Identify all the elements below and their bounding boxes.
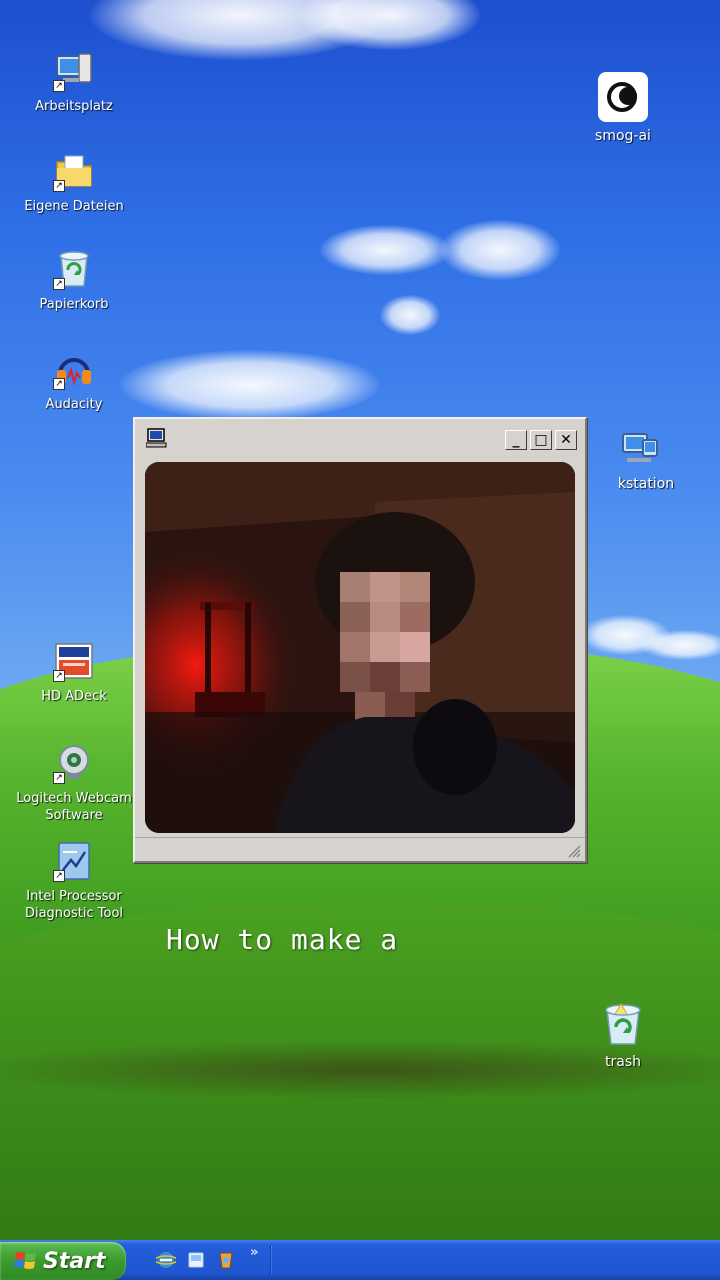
minimize-button[interactable]: _ bbox=[505, 430, 527, 450]
windows-logo-icon bbox=[14, 1252, 36, 1269]
smog-ai-logo-icon bbox=[598, 72, 648, 122]
window-statusbar bbox=[135, 837, 585, 861]
cloud bbox=[440, 220, 560, 280]
start-label: Start bbox=[43, 1248, 106, 1274]
desktop-icon-label: Intel Processor Diagnostic Tool bbox=[24, 889, 124, 921]
desktop-icon-label: Eigene Dateien bbox=[24, 199, 124, 214]
close-button[interactable]: ✕ bbox=[555, 430, 577, 450]
desktop-icon-label: Logitech Webcam Software bbox=[16, 791, 132, 823]
folder-icon: ↗ bbox=[53, 150, 95, 192]
network-computer-icon bbox=[619, 428, 661, 470]
desktop-icon-hd-adeck[interactable]: ↗ HD ADeck bbox=[14, 640, 134, 705]
desktop-icon-recycle-bin[interactable]: ↗ Papierkorb bbox=[14, 248, 134, 313]
video-caption: How to make a bbox=[166, 923, 399, 956]
cloud bbox=[120, 350, 380, 420]
taskbar-separator bbox=[270, 1246, 272, 1274]
desktop-icon-smog-ai[interactable]: smog-ai bbox=[563, 72, 683, 145]
desktop-icon-label: kstation bbox=[617, 476, 675, 492]
quicklaunch-more-button[interactable]: » bbox=[250, 1245, 258, 1260]
cloud bbox=[640, 630, 720, 660]
webcam-frame-image bbox=[145, 462, 575, 833]
cloud bbox=[380, 295, 440, 335]
media-player-icon[interactable] bbox=[216, 1250, 236, 1270]
resize-grip-icon[interactable] bbox=[567, 844, 581, 858]
maximize-button[interactable]: □ bbox=[530, 430, 552, 450]
start-button[interactable]: Start bbox=[0, 1242, 126, 1280]
cloud bbox=[320, 225, 450, 275]
computer-icon bbox=[145, 428, 168, 448]
show-desktop-icon[interactable] bbox=[186, 1250, 206, 1270]
desktop-icon-label: Arbeitsplatz bbox=[35, 99, 113, 114]
recycle-bin-icon: ↗ bbox=[53, 248, 95, 290]
webcam-preview bbox=[145, 462, 575, 833]
computer-icon: ↗ bbox=[53, 50, 95, 92]
window-titlebar[interactable]: _ □ ✕ bbox=[135, 419, 585, 457]
desktop-icon-label: trash bbox=[605, 1054, 641, 1070]
desktop-icon-label: Papierkorb bbox=[39, 297, 109, 312]
desktop-icon-label: HD ADeck bbox=[41, 689, 107, 704]
desktop-icon-label: Audacity bbox=[45, 397, 103, 412]
trash-icon bbox=[599, 1000, 647, 1048]
desktop-icon-trash[interactable]: trash bbox=[563, 1000, 683, 1071]
desktop-icon-intel-diagnostic[interactable]: ↗ Intel Processor Diagnostic Tool bbox=[14, 840, 134, 922]
internet-explorer-icon[interactable] bbox=[156, 1250, 176, 1270]
desktop-icon-my-documents[interactable]: ↗ Eigene Dateien bbox=[14, 150, 134, 215]
desktop-icon-audacity[interactable]: ↗ Audacity bbox=[14, 348, 134, 413]
webcam-icon: ↗ bbox=[53, 742, 95, 784]
desktop-icon-logitech-webcam[interactable]: ↗ Logitech Webcam Software bbox=[14, 742, 134, 824]
desktop-icon-my-computer[interactable]: ↗ Arbeitsplatz bbox=[14, 50, 134, 115]
diagnostic-tool-icon: ↗ bbox=[53, 840, 95, 882]
desktop-icon-label: smog-ai bbox=[595, 128, 651, 144]
webcam-window[interactable]: _ □ ✕ bbox=[133, 417, 587, 863]
headphones-icon: ↗ bbox=[53, 348, 95, 390]
audio-deck-icon: ↗ bbox=[53, 640, 95, 682]
